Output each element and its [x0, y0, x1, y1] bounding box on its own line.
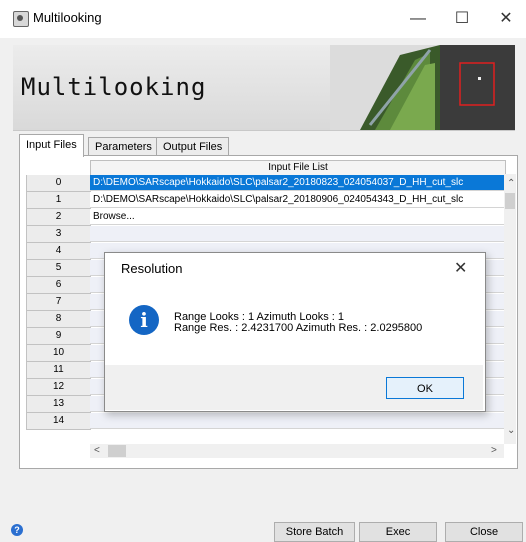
row-number: 4: [26, 243, 91, 260]
window-close-button[interactable]: ✕: [484, 4, 526, 34]
tab-parameters[interactable]: Parameters: [88, 137, 159, 156]
row-number: 1: [26, 192, 91, 209]
dialog-close-button[interactable]: ✕: [454, 258, 467, 278]
table-row[interactable]: D:\DEMO\SARscape\Hokkaido\SLC\palsar2_20…: [90, 192, 504, 208]
row-number: 11: [26, 362, 91, 379]
close-button[interactable]: Close: [445, 522, 523, 542]
banner-image: [330, 45, 515, 130]
vertical-scrollbar[interactable]: [504, 174, 516, 444]
table-row[interactable]: [90, 413, 504, 429]
row-number: 2: [26, 209, 91, 226]
banner-title: Multilooking: [21, 73, 207, 101]
row-number: 7: [26, 294, 91, 311]
exec-button[interactable]: Exec: [359, 522, 437, 542]
row-number: 6: [26, 277, 91, 294]
info-icon: i: [129, 305, 159, 335]
row-number: 3: [26, 226, 91, 243]
dialog-message-resolution: Range Res. : 2.4231700 Azimuth Res. : 2.…: [174, 322, 423, 334]
row-number: 12: [26, 379, 91, 396]
row-number: 5: [26, 260, 91, 277]
dialog-title: Resolution: [121, 261, 183, 276]
table-row[interactable]: D:\DEMO\SARscape\Hokkaido\SLC\palsar2_20…: [90, 175, 504, 191]
app-icon: [13, 11, 29, 27]
row-number: 13: [26, 396, 91, 413]
row-number: 14: [26, 413, 91, 430]
window-title: Multilooking: [33, 10, 102, 25]
maximize-button[interactable]: ☐: [440, 4, 484, 34]
banner: Multilooking: [13, 45, 515, 131]
tab-output-files[interactable]: Output Files: [156, 137, 230, 156]
store-batch-button[interactable]: Store Batch: [274, 522, 355, 542]
row-number: 10: [26, 345, 91, 362]
table-header-input-file-list: Input File List: [90, 160, 506, 176]
table-row[interactable]: [90, 226, 504, 242]
scroll-left-icon[interactable]: <: [94, 445, 100, 456]
scroll-right-icon[interactable]: >: [491, 445, 497, 456]
scroll-up-icon[interactable]: ⌃: [507, 178, 515, 189]
help-icon[interactable]: ?: [11, 524, 23, 536]
row-number: 9: [26, 328, 91, 345]
minimize-button[interactable]: —: [396, 4, 440, 34]
horizontal-scrollbar[interactable]: [90, 444, 504, 458]
horizontal-scroll-thumb[interactable]: [108, 445, 126, 457]
row-number: 0: [26, 175, 91, 192]
tab-input-files[interactable]: Input Files: [19, 134, 84, 157]
browse-row[interactable]: Browse...: [90, 209, 504, 225]
ok-button[interactable]: OK: [386, 377, 464, 399]
vertical-scroll-thumb[interactable]: [505, 193, 515, 209]
row-number: 8: [26, 311, 91, 328]
scroll-down-icon[interactable]: ⌄: [507, 425, 515, 436]
